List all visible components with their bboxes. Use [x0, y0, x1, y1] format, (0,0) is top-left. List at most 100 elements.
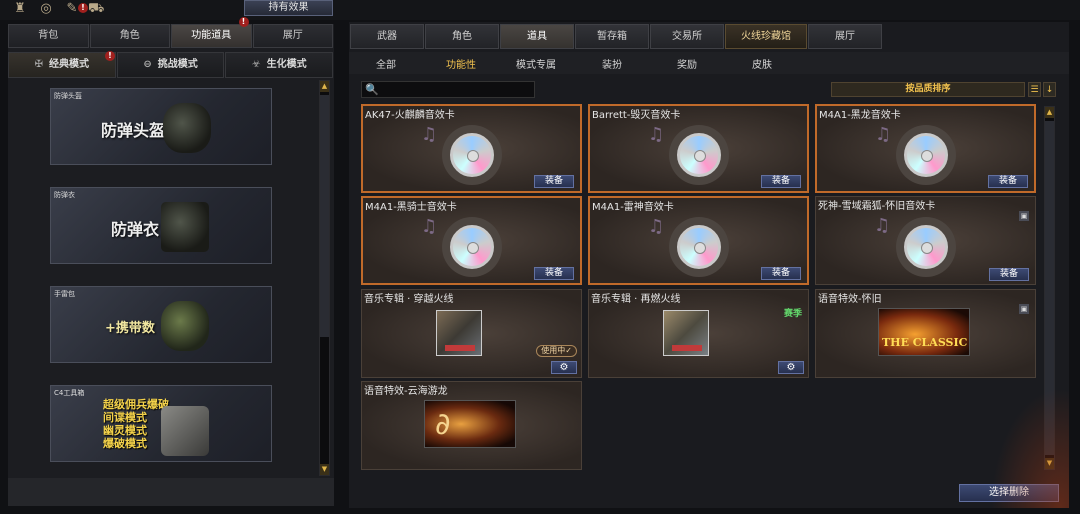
- tab-backpack[interactable]: 背包: [8, 24, 89, 48]
- equip-button[interactable]: 装备: [534, 175, 574, 188]
- card-caption: C4工具箱: [54, 389, 85, 397]
- list-view-icon[interactable]: ☰: [1028, 82, 1041, 97]
- banner-text: THE CLASSIC: [882, 336, 968, 349]
- c4-mode-line: 超级佣兵爆破: [103, 398, 169, 411]
- vest-icon: [161, 202, 209, 252]
- scroll-up-arrow-icon[interactable]: ▲: [320, 81, 329, 92]
- album-sleeve: [436, 310, 482, 356]
- tab-label: 功能道具: [191, 30, 232, 41]
- music-note-icon: ♫: [648, 216, 665, 237]
- mode-classic[interactable]: ✠ 经典模式!: [8, 51, 116, 78]
- disc-icon: [676, 132, 721, 177]
- card-caption: 手雷包: [54, 290, 75, 298]
- subtab-functional[interactable]: 功能性: [446, 56, 476, 71]
- hold-effects-button[interactable]: 持有效果: [244, 0, 333, 16]
- right-panel: 武器 角色 道具 暂存箱 交易所 火线珍藏馆 展厅 全部 功能性 模式专属 装扮…: [349, 22, 1069, 508]
- item-title: 死神-雪域霜狐-怀旧音效卡: [818, 201, 936, 212]
- scroll-thumb[interactable]: [320, 95, 329, 337]
- scroll-down-arrow-icon[interactable]: ▼: [320, 464, 329, 475]
- trophy-icon[interactable]: ♜: [12, 2, 28, 16]
- tab-showroom[interactable]: 展厅: [252, 24, 333, 48]
- music-note-icon: ♫: [421, 216, 438, 237]
- biohazard-icon: ☣: [251, 59, 261, 70]
- mode-biochem[interactable]: ☣ 生化模式: [225, 52, 334, 78]
- helmet-card[interactable]: 防弹头盔 防弹头盔: [50, 88, 272, 165]
- c4-card[interactable]: C4工具箱 超级佣兵爆破 间谍模式 幽灵模式 爆破模式: [50, 385, 272, 462]
- grenade-card[interactable]: 手雷包 +携带数: [50, 286, 272, 363]
- item-title: 音乐专辑 · 再燃火线: [591, 294, 681, 305]
- voice-banner: ∂: [424, 400, 516, 448]
- left-scrollbar[interactable]: ▲ ▼: [319, 80, 330, 476]
- item-card[interactable]: AK47-火麒麟音效卡 ♫ 装备: [361, 104, 582, 193]
- subtab-mode-exclusive[interactable]: 模式专属: [516, 56, 556, 71]
- sort-down-icon[interactable]: ↓: [1043, 82, 1056, 97]
- item-card[interactable]: 语音特效-怀旧 ▣ THE CLASSIC: [815, 289, 1036, 378]
- tab-items[interactable]: 道具: [500, 24, 574, 49]
- item-card[interactable]: M4A1-黑骑士音效卡 ♫ 装备: [361, 196, 582, 285]
- c4-mode-line: 间谍模式: [103, 411, 147, 424]
- mode-label: 挑战模式: [157, 59, 198, 70]
- album-sleeve: [663, 310, 709, 356]
- item-card[interactable]: 音乐专辑 · 再燃火线 赛季 ⚙: [588, 289, 809, 378]
- item-card[interactable]: 死神-雪域霜狐-怀旧音效卡 ▣ ♫ 装备: [815, 196, 1036, 285]
- subtab-all[interactable]: 全部: [376, 56, 396, 71]
- item-card[interactable]: Barrett-毁灭音效卡 ♫ 装备: [588, 104, 809, 193]
- item-title: M4A1-雷神音效卡: [592, 202, 674, 213]
- helmet-icon: [163, 103, 211, 153]
- card-caption: 防弹头盔: [54, 92, 82, 100]
- album-cover: [663, 310, 731, 356]
- voice-banner: THE CLASSIC: [878, 308, 970, 356]
- card-caption: 防弹衣: [54, 191, 75, 199]
- tab-functional-items[interactable]: 功能道具!: [171, 17, 252, 48]
- equip-button[interactable]: 装备: [988, 175, 1028, 188]
- mode-bar: ✠ 经典模式! ⊖ 挑战模式 ☣ 生化模式: [8, 51, 334, 78]
- tab-character[interactable]: 角色: [425, 24, 499, 49]
- item-title: Barrett-毁灭音效卡: [592, 110, 681, 121]
- settings-gear-icon[interactable]: ⚙: [778, 361, 804, 374]
- tab-exchange[interactable]: 交易所: [650, 24, 724, 49]
- mode-challenge[interactable]: ⊖ 挑战模式: [116, 52, 225, 78]
- item-title: M4A1-黑龙音效卡: [819, 110, 901, 121]
- grenade-icon: [161, 301, 209, 351]
- music-note-icon: ♫: [874, 215, 891, 236]
- music-note-icon: ♫: [421, 124, 438, 145]
- scroll-up-arrow-icon[interactable]: ▲: [1045, 107, 1054, 118]
- equip-button[interactable]: 装备: [989, 268, 1029, 281]
- item-title: M4A1-黑骑士音效卡: [365, 202, 457, 213]
- ember-decoration: [979, 368, 1069, 508]
- equip-button[interactable]: 装备: [761, 267, 801, 280]
- equip-button[interactable]: 装备: [761, 175, 801, 188]
- lock-icon: ▣: [1019, 211, 1029, 221]
- sort-dropdown[interactable]: 按品质排序: [831, 82, 1025, 97]
- c4-mode-line: 爆破模式: [103, 437, 147, 450]
- disc-icon: [449, 224, 494, 269]
- subtab-outfit[interactable]: 装扮: [602, 56, 622, 71]
- item-card[interactable]: M4A1-雷神音效卡 ♫ 装备: [588, 196, 809, 285]
- badge-icon[interactable]: ◎: [38, 2, 54, 16]
- item-card[interactable]: M4A1-黑龙音效卡 ♫ 装备: [815, 104, 1036, 193]
- subtab-reward[interactable]: 奖励: [677, 56, 697, 71]
- disc-icon: [903, 224, 948, 269]
- music-note-icon: ♫: [875, 124, 892, 145]
- card-big-text: +携带数: [105, 321, 155, 336]
- bag-icon[interactable]: ⛟: [88, 2, 104, 16]
- album-cover: [436, 310, 504, 356]
- item-title: AK47-火麒麟音效卡: [365, 110, 455, 121]
- item-card[interactable]: 音乐专辑 · 穿越火线 使用中✓ ⚙: [361, 289, 582, 378]
- tab-collection-hall[interactable]: 火线珍藏馆: [725, 24, 807, 49]
- tab-showroom[interactable]: 展厅: [808, 24, 882, 49]
- vest-card[interactable]: 防弹衣 防弹衣: [50, 187, 272, 264]
- alert-badge: !: [78, 3, 88, 13]
- tab-character[interactable]: 角色: [89, 24, 170, 48]
- search-input[interactable]: 🔍: [361, 81, 535, 98]
- settings-gear-icon[interactable]: ⚙: [551, 361, 577, 374]
- item-title: 语音特效-云海游龙: [364, 386, 448, 397]
- subtab-skin[interactable]: 皮肤: [752, 56, 772, 71]
- equip-button[interactable]: 装备: [534, 267, 574, 280]
- alert-badge: !: [238, 17, 249, 27]
- tab-weapons[interactable]: 武器: [350, 24, 424, 49]
- tab-storage[interactable]: 暂存箱: [575, 24, 649, 49]
- item-card[interactable]: 语音特效-云海游龙 ∂: [361, 381, 582, 470]
- left-panel: 背包 角色 功能道具! 展厅 ✠ 经典模式! ⊖ 挑战模式 ☣ 生化模式 防弹头盔 防…: [8, 17, 334, 506]
- item-title: 音乐专辑 · 穿越火线: [364, 294, 454, 305]
